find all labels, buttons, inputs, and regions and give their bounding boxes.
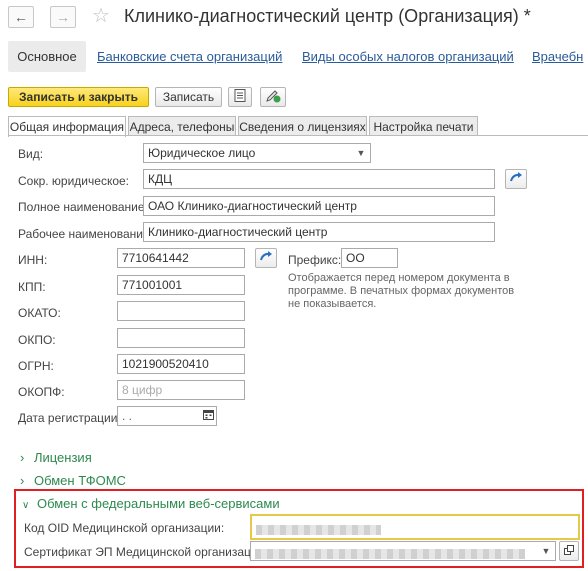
tab-general-info[interactable]: Общая информация <box>8 116 126 137</box>
fill-arrow-icon <box>259 250 273 266</box>
group-federal-label: Обмен с федеральными веб-сервисами <box>36 496 280 511</box>
nav-link-special-taxes[interactable]: Виды особых налогов организаций <box>302 49 514 64</box>
tab-print-settings[interactable]: Настройка печати <box>369 116 478 136</box>
oid-label: Код OID Медицинской организации: <box>24 521 225 535</box>
tabs-divider <box>8 135 588 136</box>
back-button[interactable]: ← <box>8 6 34 28</box>
prefix-label: Префикс: <box>288 253 342 267</box>
reg-date-label: Дата регистрации: <box>18 411 121 425</box>
forward-button[interactable]: → <box>50 6 76 28</box>
cert-redacted-value <box>255 548 525 559</box>
open-window-icon <box>564 544 574 558</box>
edit-green-icon <box>265 89 281 106</box>
okato-field[interactable] <box>117 301 245 321</box>
okpo-label: ОКПО: <box>18 333 56 347</box>
group-tfoms[interactable]: › Обмен ТФОМС <box>20 473 126 488</box>
work-name-label: Рабочее наименование: <box>18 227 153 241</box>
kpp-field[interactable]: 771001001 <box>117 275 245 295</box>
list-report-button[interactable] <box>228 87 252 107</box>
nav-link-bank-accounts[interactable]: Банковские счета организаций <box>97 49 282 64</box>
group-license-label: Лицензия <box>33 450 92 465</box>
cert-select[interactable] <box>250 541 556 561</box>
short-name-label: Сокр. юридическое: <box>18 174 130 188</box>
window-title: Клинико-диагностический центр (Организац… <box>124 6 531 26</box>
ogrn-field[interactable]: 1021900520410 <box>117 354 245 374</box>
arrow-left-icon: ← <box>14 9 28 25</box>
nav-link-doctors[interactable]: Врачебн <box>532 49 583 64</box>
okpo-field[interactable] <box>117 328 245 348</box>
fill-arrow-icon <box>509 171 523 187</box>
vid-value: Юридическое лицо <box>148 146 256 160</box>
inn-field[interactable]: 7710641442 <box>117 248 245 268</box>
group-federal-services[interactable]: ∨ Обмен с федеральными веб-сервисами <box>22 496 280 511</box>
prefix-field[interactable]: ОО <box>341 248 398 268</box>
group-license[interactable]: › Лицензия <box>20 450 92 465</box>
short-name-fill-button[interactable] <box>505 169 527 189</box>
calendar-button[interactable] <box>199 406 217 426</box>
vid-select[interactable]: Юридическое лицо <box>143 143 371 163</box>
nav-item-main[interactable]: Основное <box>8 41 86 72</box>
favorite-star-icon[interactable]: ☆ <box>92 3 110 28</box>
edit-button[interactable] <box>260 87 286 107</box>
calendar-icon <box>202 409 214 423</box>
ogrn-label: ОГРН: <box>18 359 54 373</box>
okato-label: ОКАТО: <box>18 306 61 320</box>
full-name-label: Полное наименование: <box>18 200 148 214</box>
group-tfoms-label: Обмен ТФОМС <box>33 473 126 488</box>
oid-field[interactable] <box>250 514 580 540</box>
oid-redacted-value <box>256 524 381 535</box>
save-button[interactable]: Записать <box>155 87 222 107</box>
vid-label: Вид: <box>18 147 44 161</box>
tab-addresses[interactable]: Адреса, телефоны <box>128 116 236 136</box>
chevron-right-icon: › <box>20 473 25 488</box>
inn-label: ИНН: <box>18 253 48 267</box>
chevron-down-icon[interactable]: ▼ <box>352 144 370 162</box>
open-certificate-button[interactable] <box>559 541 579 561</box>
chevron-right-icon: › <box>20 450 25 465</box>
okopf-field[interactable]: 8 цифр <box>117 380 245 400</box>
tab-licenses[interactable]: Сведения о лицензиях <box>238 116 367 136</box>
prefix-hint: Отображается перед номером документа в п… <box>288 272 515 310</box>
document-list-icon <box>234 89 246 105</box>
save-and-close-button[interactable]: Записать и закрыть <box>8 87 149 107</box>
okopf-label: ОКОПФ: <box>18 385 65 399</box>
chevron-down-icon[interactable]: ▼ <box>537 542 555 560</box>
full-name-field[interactable]: ОАО Клинико-диагностический центр <box>143 196 495 216</box>
short-name-field[interactable]: КДЦ <box>143 169 495 189</box>
arrow-right-icon: → <box>56 9 70 25</box>
chevron-down-icon: ∨ <box>22 500 30 511</box>
cert-label: Сертификат ЭП Медицинской организации: <box>24 545 268 559</box>
work-name-field[interactable]: Клинико-диагностический центр <box>143 222 495 242</box>
kpp-label: КПП: <box>18 280 46 294</box>
inn-fill-button[interactable] <box>255 248 277 268</box>
